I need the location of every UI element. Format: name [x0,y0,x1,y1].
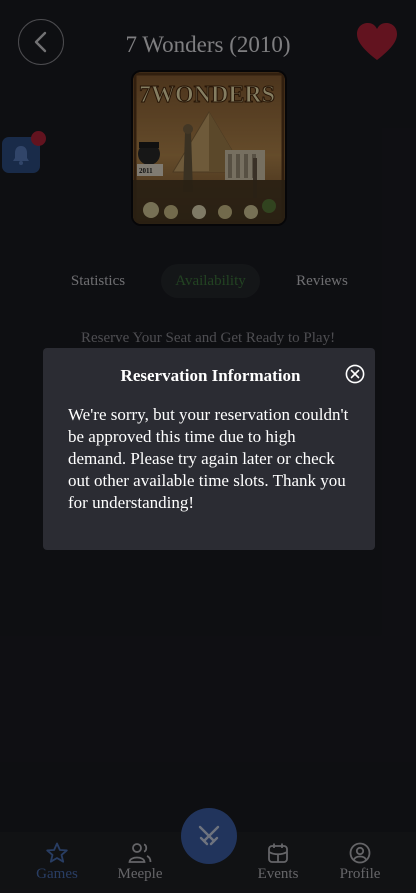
close-circle-icon[interactable] [345,364,365,384]
app-screen: 7 Wonders (2010) 7WONDERS 2011 Statistic… [0,0,416,893]
dialog-message: We're sorry, but your reservation couldn… [68,405,349,512]
dialog-title: Reservation Information [120,366,301,385]
reservation-dialog: Reservation Information We're sorry, but… [43,348,375,550]
